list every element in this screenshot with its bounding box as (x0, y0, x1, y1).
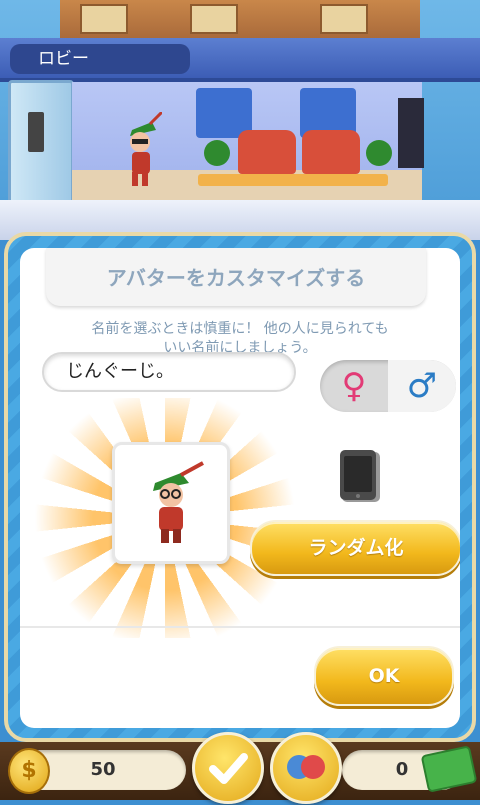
ok-label: OK (368, 665, 400, 687)
coin-count: 50 (90, 759, 116, 780)
male-symbol-icon: ♂ (406, 366, 438, 406)
upper-window (80, 4, 128, 34)
game-scene: ロビー (0, 0, 480, 240)
avatar-preview (112, 442, 230, 564)
bitizen-avatar[interactable] (122, 112, 162, 192)
potted-plant (366, 140, 392, 166)
lobby-door (398, 98, 424, 168)
dialog-title: アバターをカスタマイズする (106, 266, 366, 290)
floor-sign[interactable]: ロビー (10, 44, 190, 74)
bottom-hud: 50 $ 0 (0, 732, 480, 804)
upper-floor-room (60, 0, 420, 40)
dialog-header: アバターをカスタマイズする (46, 248, 426, 306)
cash-count: 0 (395, 759, 409, 780)
upper-window (190, 4, 238, 34)
dialog-divider (20, 626, 460, 628)
phone-icon[interactable] (338, 448, 384, 504)
female-symbol-icon: ♀ (341, 366, 367, 406)
social-button[interactable] (270, 732, 342, 804)
elevator-panel (28, 112, 44, 152)
dialog-panel: アバターをカスタマイズする 名前を選ぶときは慎重に！ 他の人に見られても いい名… (20, 248, 460, 728)
subtitle-line: 名前を選ぶときは慎重に！ 他の人に見られても (91, 321, 389, 337)
gender-toggle[interactable]: ♀ ♂ (320, 360, 456, 412)
randomize-button[interactable]: ランダム化 (250, 520, 460, 576)
avatar-customize-dialog: アバターをカスタマイズする 名前を選ぶときは慎重に！ 他の人に見られても いい名… (4, 232, 476, 742)
social-icon (287, 755, 325, 779)
upper-window (320, 4, 368, 34)
avatar-name-input[interactable]: じんぐーじ。 (42, 352, 296, 392)
checkmark-icon (209, 753, 248, 784)
ok-button[interactable]: OK (314, 646, 454, 706)
male-gender-button[interactable]: ♂ (388, 360, 456, 412)
floor-sign-label: ロビー (38, 49, 89, 69)
rug (198, 174, 388, 186)
potted-plant (204, 140, 230, 166)
coin-icon: $ (8, 748, 50, 794)
sofa (238, 130, 296, 174)
randomize-label: ランダム化 (308, 537, 404, 559)
checkmark-button[interactable] (192, 732, 264, 804)
sofa (302, 130, 360, 174)
female-gender-button[interactable]: ♀ (320, 360, 388, 412)
coin-symbol: $ (21, 758, 37, 783)
avatar-preview-figure (153, 461, 204, 543)
avatar-name-value: じんぐーじ。 (66, 361, 174, 382)
